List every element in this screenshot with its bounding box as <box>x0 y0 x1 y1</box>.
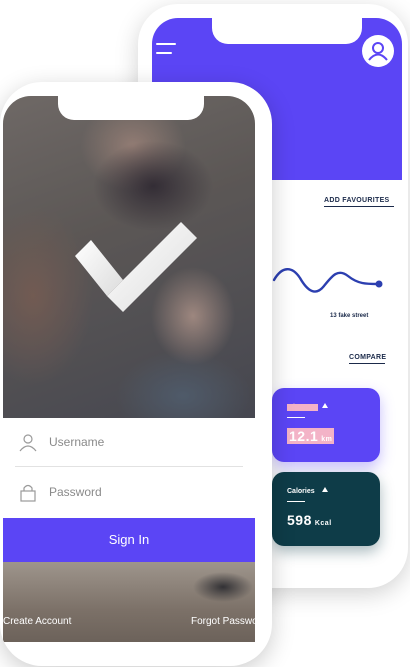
password-field[interactable]: Password <box>3 468 255 517</box>
profile-button[interactable] <box>362 35 394 67</box>
user-icon <box>368 42 388 61</box>
username-field[interactable]: Username <box>3 418 255 467</box>
calories-card[interactable]: Calories 598 Kcal <box>272 472 380 546</box>
checkmark-logo-icon <box>75 222 197 312</box>
bottom-photo <box>3 562 255 642</box>
password-input[interactable]: Password <box>49 485 102 499</box>
login-phone: Username Password Sign In Create Account… <box>0 82 272 666</box>
compare-underline <box>349 363 385 364</box>
distance-label: Distance <box>287 404 319 411</box>
calories-label: Calories <box>287 488 315 495</box>
login-form: Username Password <box>3 418 255 518</box>
compare-link[interactable]: COMPARE <box>349 354 386 361</box>
arrow-up-icon <box>322 403 328 408</box>
card-divider <box>287 417 305 418</box>
login-screen: Username Password Sign In Create Account… <box>3 96 255 666</box>
add-favourites-underline <box>324 206 394 207</box>
forgot-password-link[interactable]: Forgot Password <box>191 616 255 627</box>
person-icon <box>19 434 37 452</box>
add-favourites-link[interactable]: ADD FAVOURITES <box>324 197 390 204</box>
address-label: 13 fake street <box>330 313 369 319</box>
distance-value-box: 12.1 km <box>287 428 335 444</box>
phone-notch <box>58 96 204 120</box>
sign-in-button[interactable]: Sign In <box>3 518 255 562</box>
distance-card[interactable]: Distance 12.1 km <box>272 388 380 462</box>
calories-value: 598 <box>287 512 312 528</box>
distance-value: 12.1 <box>289 428 319 444</box>
route-line-chart <box>272 268 383 293</box>
card-divider <box>287 501 305 502</box>
distance-unit: km <box>321 436 333 443</box>
route-end-marker <box>375 280 383 288</box>
field-divider <box>15 466 243 467</box>
arrow-up-icon <box>322 487 328 492</box>
username-input[interactable]: Username <box>49 435 104 449</box>
lock-icon <box>20 484 36 502</box>
phone-notch <box>212 18 362 44</box>
menu-icon[interactable] <box>156 43 178 55</box>
calories-unit: Kcal <box>314 520 332 527</box>
calories-value-box: 598 Kcal <box>287 512 332 528</box>
create-account-link[interactable]: Create Account <box>3 616 71 627</box>
